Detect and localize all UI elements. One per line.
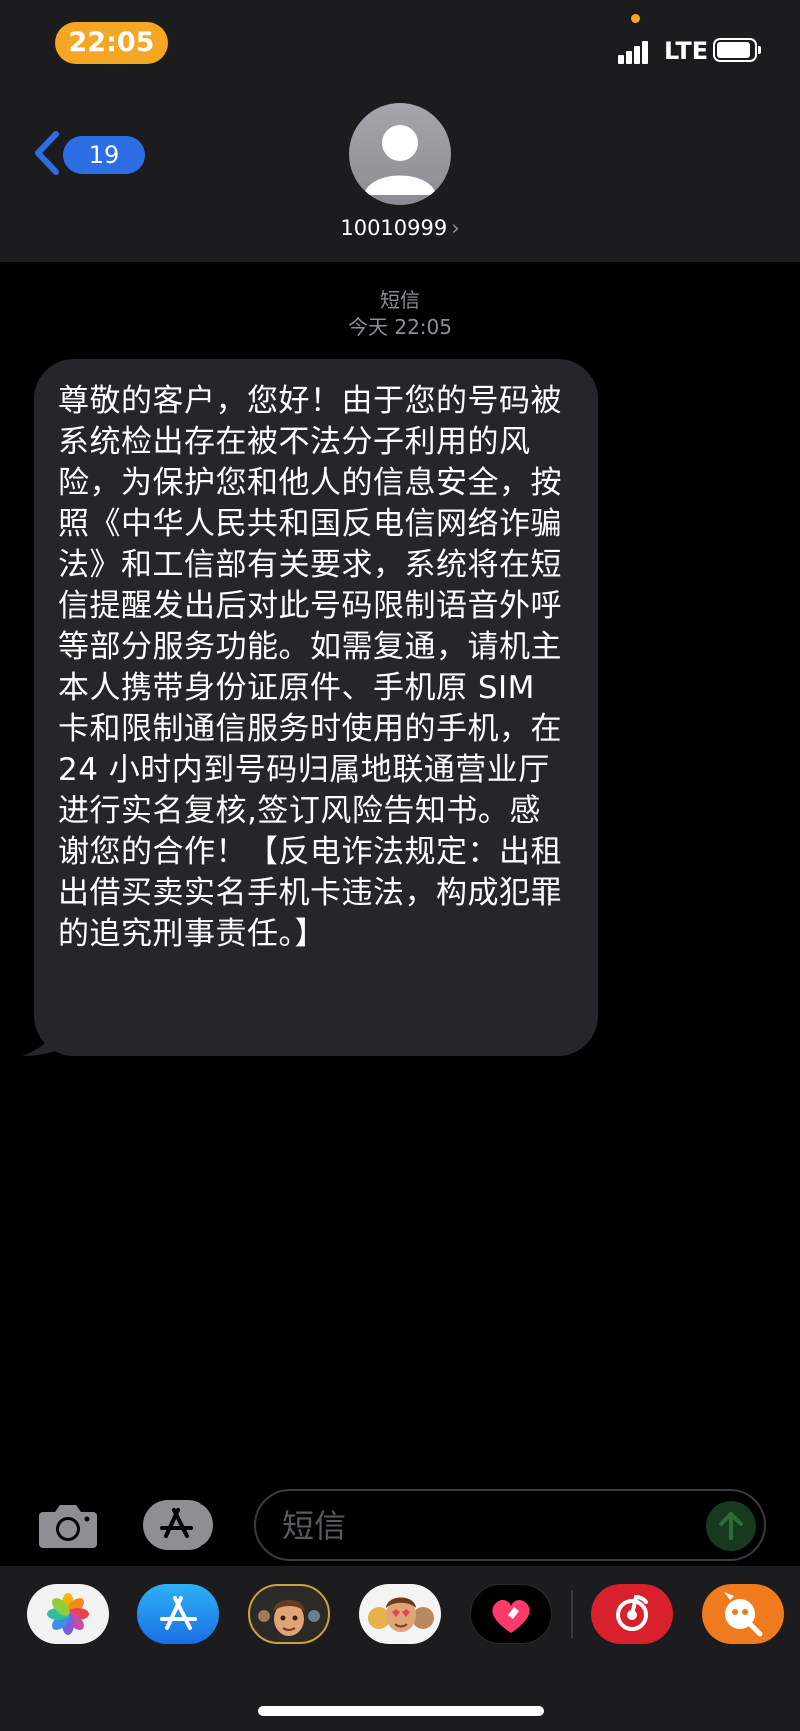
orange-app-button[interactable] — [702, 1584, 784, 1644]
memoji-app-button[interactable] — [248, 1584, 330, 1644]
memoji-stickers-app-button[interactable] — [359, 1584, 441, 1644]
send-button[interactable] — [706, 1501, 756, 1551]
search-face-icon — [724, 1592, 763, 1637]
memoji-face-icon — [258, 1600, 320, 1636]
message-bubble[interactable]: 尊敬的客户，您好！由于您的号码被系统检出存在被不法分子利用的风险，为保护您和他人… — [22, 359, 598, 1056]
app-store-icon — [160, 1596, 197, 1630]
music-note-icon — [616, 1594, 648, 1631]
contact-number: 10010999 — [340, 216, 448, 240]
conversation-header: 22:05 LTE 19 10010999 › — [0, 0, 800, 262]
photos-icon — [47, 1593, 89, 1635]
contact-avatar[interactable] — [349, 103, 451, 205]
network-type: LTE — [664, 37, 709, 65]
message-text: 尊敬的客户，您好！由于您的号码被系统检出存在被不法分子利用的风险，为保护您和他人… — [58, 383, 562, 952]
digital-touch-app-button[interactable] — [470, 1584, 552, 1644]
message-bubble-body: 尊敬的客户，您好！由于您的号码被系统检出存在被不法分子利用的风险，为保护您和他人… — [34, 359, 598, 1056]
chevron-right-icon: › — [451, 216, 460, 240]
message-input[interactable] — [280, 1503, 664, 1549]
battery-icon — [713, 38, 761, 62]
app-store-button[interactable] — [141, 1498, 219, 1552]
home-indicator[interactable] — [258, 1706, 544, 1716]
imessage-app-drawer — [0, 1566, 800, 1731]
heart-icon — [492, 1599, 530, 1633]
message-input-field[interactable] — [254, 1489, 766, 1561]
unread-count-badge: 19 — [63, 136, 145, 174]
service-label: 短信 — [380, 288, 420, 312]
message-timestamp: 今天 22:05 — [348, 315, 452, 339]
photos-app-button[interactable] — [27, 1584, 109, 1644]
status-time: 22:05 — [55, 22, 168, 64]
appstore-icon — [143, 1500, 219, 1550]
contact-name[interactable]: 10010999 › — [0, 214, 800, 242]
back-button[interactable]: 19 — [32, 128, 145, 180]
camera-button[interactable] — [37, 1500, 99, 1550]
netease-music-app-button[interactable] — [591, 1584, 673, 1644]
privacy-indicator-dot — [631, 14, 640, 23]
arrow-up-icon — [719, 1512, 743, 1540]
drawer-divider — [571, 1590, 573, 1638]
person-icon — [364, 125, 436, 195]
camera-icon — [39, 1505, 97, 1548]
memoji-stickers-icon — [368, 1597, 434, 1632]
signal-icon — [618, 38, 656, 64]
app-store-app-button[interactable] — [137, 1584, 219, 1644]
chevron-left-icon — [35, 131, 59, 175]
